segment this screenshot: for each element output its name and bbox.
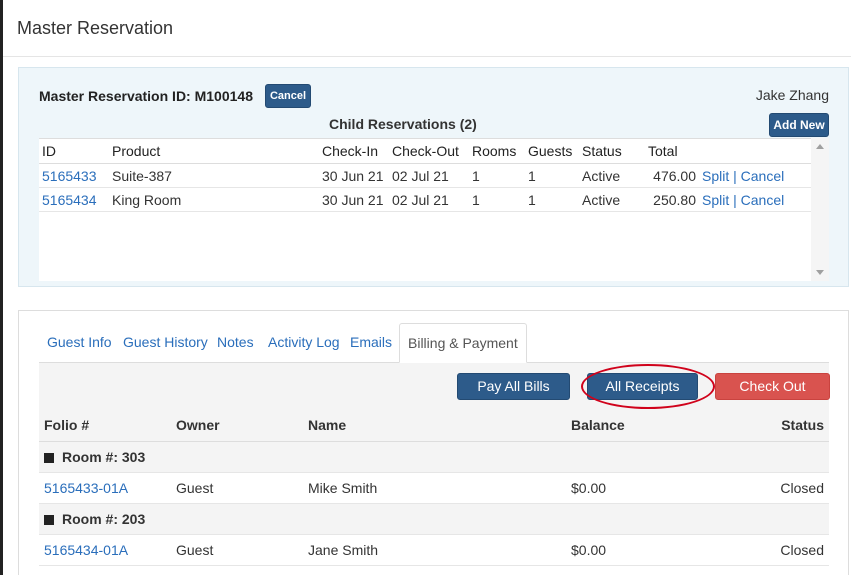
check-in-cell: 30 Jun 21 xyxy=(319,163,389,188)
cancel-link[interactable]: Cancel xyxy=(741,192,785,208)
scroll-up-icon[interactable] xyxy=(816,144,824,149)
col-actions xyxy=(699,138,811,164)
total-cell: 250.80 xyxy=(645,187,699,212)
actions-cell: Split | Cancel xyxy=(699,163,811,188)
reservation-id-link[interactable]: 5165433 xyxy=(42,168,97,184)
col-total: Total xyxy=(645,138,699,164)
room-group-row: Room #: 303 xyxy=(39,441,829,473)
name-cell: Mike Smith xyxy=(303,472,566,504)
total-cell: 476.00 xyxy=(645,163,699,188)
table-row: 5165434-01A Guest Jane Smith $0.00 Close… xyxy=(39,534,829,566)
billing-action-bar: Pay All Bills All Receipts Check Out xyxy=(39,363,830,410)
table-row: 5165433 Suite-387 30 Jun 21 02 Jul 21 1 … xyxy=(39,163,811,188)
room-group-cell: Room #: 203 xyxy=(39,503,829,535)
split-link[interactable]: Split xyxy=(702,192,729,208)
master-reservation-panel: Master Reservation ID: M100148 Cancel Ja… xyxy=(18,67,849,287)
folio-table: Folio # Owner Name Balance Status Room #… xyxy=(39,410,829,566)
status-cell: Active xyxy=(579,187,645,212)
cancel-master-button[interactable]: Cancel xyxy=(265,84,311,108)
modal-title: Master Reservation xyxy=(17,18,174,38)
master-reservation-id: Master Reservation ID: M100148 xyxy=(39,88,253,104)
check-out-cell: 02 Jul 21 xyxy=(389,187,469,212)
col-guests: Guests xyxy=(525,138,579,164)
cancel-link[interactable]: Cancel xyxy=(741,168,785,184)
col-product: Product xyxy=(109,138,319,164)
pay-all-bills-button[interactable]: Pay All Bills xyxy=(457,373,570,400)
room-group-label: Room #: 203 xyxy=(62,510,146,527)
table-row: 5165434 King Room 30 Jun 21 02 Jul 21 1 … xyxy=(39,187,811,212)
master-reservation-modal: Master Reservation Master Reservation ID… xyxy=(0,0,851,575)
room-group-label: Room #: 303 xyxy=(62,448,146,465)
guest-name: Jake Zhang xyxy=(755,87,829,103)
col-name: Name xyxy=(303,410,566,442)
owner-cell: Guest xyxy=(171,534,303,566)
status-cell: Closed xyxy=(716,472,829,504)
add-new-button[interactable]: Add New xyxy=(769,113,829,137)
product-cell: Suite-387 xyxy=(109,163,319,188)
check-out-button[interactable]: Check Out xyxy=(715,373,830,400)
check-in-cell: 30 Jun 21 xyxy=(319,187,389,212)
col-check-in: Check-In xyxy=(319,138,389,164)
child-reservations-table: ID Product Check-In Check-Out Rooms Gues… xyxy=(39,138,811,212)
product-cell: King Room xyxy=(109,187,319,212)
tab-emails[interactable]: Emails xyxy=(350,323,392,363)
separator: | xyxy=(733,191,737,208)
col-balance: Balance xyxy=(566,410,716,442)
reservation-id-link[interactable]: 5165434 xyxy=(42,192,97,208)
guests-cell: 1 xyxy=(525,187,579,212)
guests-cell: 1 xyxy=(525,163,579,188)
rooms-cell: 1 xyxy=(469,163,525,188)
rooms-cell: 1 xyxy=(469,187,525,212)
balance-cell: $0.00 xyxy=(566,472,716,504)
room-group-cell: Room #: 303 xyxy=(39,441,829,473)
col-folio: Folio # xyxy=(39,410,171,442)
col-owner: Owner xyxy=(171,410,303,442)
vertical-scrollbar[interactable] xyxy=(811,138,829,281)
col-check-out: Check-Out xyxy=(389,138,469,164)
col-status: Status xyxy=(579,138,645,164)
tab-activity-log[interactable]: Activity Log xyxy=(268,323,340,363)
child-reservations-table-wrap: ID Product Check-In Check-Out Rooms Gues… xyxy=(39,138,829,281)
tab-bar: Guest Info Guest History Notes Activity … xyxy=(39,323,829,363)
balance-cell: $0.00 xyxy=(566,534,716,566)
room-group-row: Room #: 203 xyxy=(39,503,829,535)
folio-link[interactable]: 5165433-01A xyxy=(44,480,128,496)
child-reservations-title: Child Reservations (2) xyxy=(329,116,477,132)
billing-panel: Guest Info Guest History Notes Activity … xyxy=(18,310,849,575)
tab-billing-payment[interactable]: Billing & Payment xyxy=(399,323,527,363)
col-status: Status xyxy=(716,410,829,442)
split-link[interactable]: Split xyxy=(702,168,729,184)
square-bullet-icon xyxy=(44,514,54,525)
square-bullet-icon xyxy=(44,452,54,463)
modal-header: Master Reservation xyxy=(3,0,851,57)
folio-table-header: Folio # Owner Name Balance Status xyxy=(39,410,829,442)
scroll-down-icon[interactable] xyxy=(816,270,824,275)
all-receipts-button[interactable]: All Receipts xyxy=(587,373,698,400)
tab-guest-info[interactable]: Guest Info xyxy=(47,323,112,363)
child-table-header: ID Product Check-In Check-Out Rooms Gues… xyxy=(39,138,811,164)
folio-link[interactable]: 5165434-01A xyxy=(44,542,128,558)
status-cell: Active xyxy=(579,163,645,188)
actions-cell: Split | Cancel xyxy=(699,187,811,212)
col-rooms: Rooms xyxy=(469,138,525,164)
status-cell: Closed xyxy=(716,534,829,566)
owner-cell: Guest xyxy=(171,472,303,504)
check-out-cell: 02 Jul 21 xyxy=(389,163,469,188)
col-id: ID xyxy=(39,138,109,164)
name-cell: Jane Smith xyxy=(303,534,566,566)
tab-notes[interactable]: Notes xyxy=(217,323,254,363)
table-row: 5165433-01A Guest Mike Smith $0.00 Close… xyxy=(39,472,829,504)
separator: | xyxy=(733,167,737,184)
tab-guest-history[interactable]: Guest History xyxy=(123,323,208,363)
